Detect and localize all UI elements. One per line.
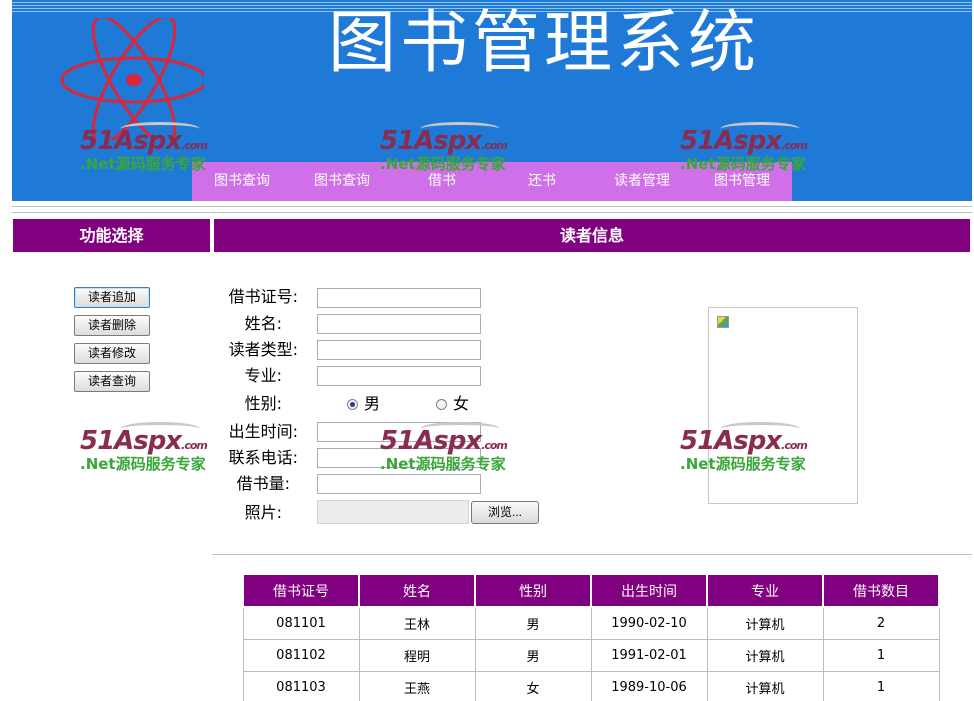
gender-female-radio[interactable] — [436, 399, 447, 410]
table-row[interactable]: 081101 王林 男 1990-02-10 计算机 2 — [242, 606, 940, 640]
table-cell: 王林 — [358, 606, 476, 640]
table-cell: 男 — [474, 638, 592, 672]
table-row[interactable]: 081102 程明 男 1991-02-01 计算机 1 — [242, 638, 940, 672]
table-cell: 计算机 — [706, 606, 824, 640]
column-header: 专业 — [706, 573, 824, 608]
column-header: 借书数目 — [822, 573, 940, 608]
table-cell: 1 — [822, 638, 940, 672]
watermark-suffix: .com — [481, 439, 508, 452]
major-label: 专业: — [244, 366, 282, 385]
watermark-tagline: .Net源码服务专家 — [80, 455, 206, 473]
card-no-field[interactable] — [317, 288, 481, 308]
table-cell: 程明 — [358, 638, 476, 672]
table-cell: 2 — [822, 606, 940, 640]
browse-button[interactable]: 浏览... — [471, 501, 539, 524]
reader-grid: 借书证号 姓名 性别 出生时间 专业 借书数目 081101 王林 男 1990… — [242, 573, 940, 701]
header-banner: 图书管理系统 图书查询 图书查询 借书 还书 读者管理 图书管理 — [12, 0, 972, 201]
gender-male-radio[interactable] — [347, 399, 358, 410]
column-header: 出生时间 — [590, 573, 708, 608]
name-label: 姓名: — [244, 314, 282, 333]
divider — [12, 206, 972, 207]
table-cell: 计算机 — [706, 638, 824, 672]
phone-field[interactable] — [317, 448, 481, 468]
table-cell: 1989-10-06 — [590, 670, 708, 701]
birth-label: 出生时间: — [228, 422, 298, 441]
atom-logo-icon — [60, 18, 204, 140]
major-field[interactable] — [317, 366, 481, 386]
borrow-count-field[interactable] — [317, 474, 481, 494]
nav-book-management[interactable]: 图书管理 — [692, 162, 792, 201]
nav-borrow[interactable]: 借书 — [392, 162, 492, 201]
nav-book-search-2[interactable]: 图书查询 — [292, 162, 392, 201]
column-header: 借书证号 — [242, 573, 360, 608]
watermark-brand: 51Aspx — [80, 426, 182, 456]
photo-file-input[interactable] — [317, 500, 469, 524]
gender-female-label: 女 — [453, 394, 470, 413]
table-cell: 男 — [474, 606, 592, 640]
column-header: 姓名 — [358, 573, 476, 608]
reader-table: 借书证号 姓名 性别 出生时间 专业 借书数目 081101 王林 男 1990… — [242, 573, 940, 701]
column-header: 性别 — [474, 573, 592, 608]
birth-field[interactable] — [317, 422, 481, 442]
table-cell: 081101 — [242, 606, 360, 640]
nav-book-search[interactable]: 图书查询 — [192, 162, 292, 201]
nav-return[interactable]: 还书 — [492, 162, 592, 201]
table-cell: 女 — [474, 670, 592, 701]
table-cell: 1991-02-01 — [590, 638, 708, 672]
table-cell: 081103 — [242, 670, 360, 701]
table-cell: 1 — [822, 670, 940, 701]
query-reader-button[interactable]: 读者查询 — [74, 371, 150, 392]
add-reader-button[interactable]: 读者追加 — [74, 287, 150, 308]
table-cell: 081102 — [242, 638, 360, 672]
page-title: 图书管理系统 — [328, 4, 761, 83]
nav-reader-management[interactable]: 读者管理 — [592, 162, 692, 201]
table-cell: 王燕 — [358, 670, 476, 701]
divider — [12, 212, 972, 213]
borrow-count-label: 借书量: — [236, 474, 290, 493]
table-row[interactable]: 081103 王燕 女 1989-10-06 计算机 1 — [242, 670, 940, 701]
photo-preview — [708, 307, 858, 504]
delete-reader-button[interactable]: 读者删除 — [74, 315, 150, 336]
name-field[interactable] — [317, 314, 481, 334]
table-cell: 1990-02-10 — [590, 606, 708, 640]
edit-reader-button[interactable]: 读者修改 — [74, 343, 150, 364]
gender-male-label: 男 — [364, 394, 381, 413]
table-cell: 计算机 — [706, 670, 824, 701]
watermark-arc — [120, 422, 200, 436]
table-header-row: 借书证号 姓名 性别 出生时间 专业 借书数目 — [242, 573, 940, 608]
function-panel-title: 功能选择 — [13, 219, 210, 252]
reader-info-title: 读者信息 — [214, 219, 970, 252]
reader-type-field[interactable] — [317, 340, 481, 360]
divider — [212, 554, 972, 555]
photo-label: 照片: — [244, 503, 282, 522]
reader-type-label: 读者类型: — [228, 340, 298, 359]
broken-image-icon — [717, 316, 729, 328]
nav-bar: 图书查询 图书查询 借书 还书 读者管理 图书管理 — [192, 162, 792, 201]
card-no-label: 借书证号: — [228, 287, 298, 306]
gender-label: 性别: — [244, 394, 282, 413]
phone-label: 联系电话: — [228, 448, 298, 467]
page: 图书管理系统 图书查询 图书查询 借书 还书 读者管理 图书管理 51Aspx.… — [0, 0, 974, 701]
